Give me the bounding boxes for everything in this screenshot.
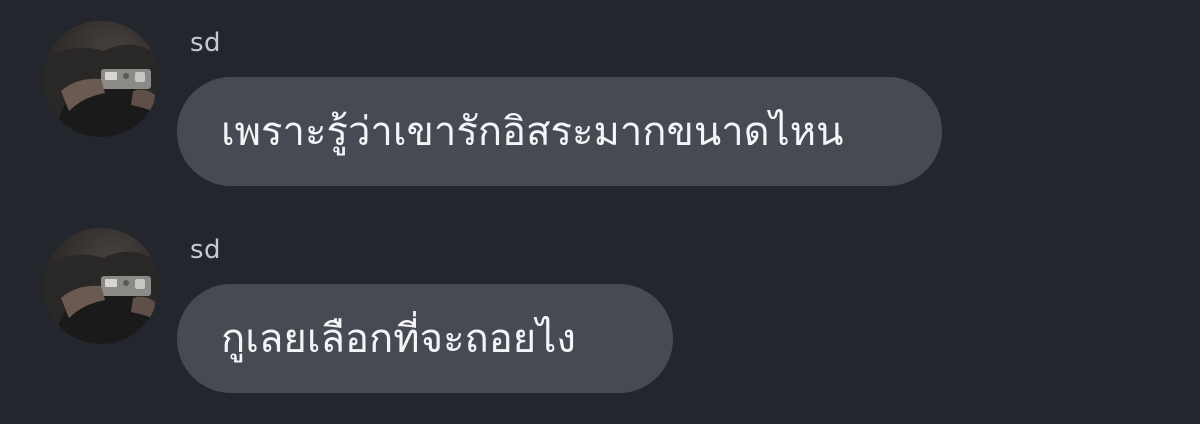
- message-bubble[interactable]: กูเลยเลือกที่จะถอยไง: [177, 284, 673, 393]
- message-bubble[interactable]: เพราะรู้ว่าเขารักอิสระมากขนาดไหน: [177, 77, 942, 186]
- avatar[interactable]: [43, 21, 159, 137]
- chat-thread: sd เพราะรู้ว่าเขารักอิสระมากขนาดไหน sd ก…: [0, 0, 1200, 424]
- avatar[interactable]: [43, 228, 159, 344]
- sender-name: sd: [190, 235, 222, 265]
- message-text: เพราะรู้ว่าเขารักอิสระมากขนาดไหน: [221, 108, 844, 155]
- message-row: sd เพราะรู้ว่าเขารักอิสระมากขนาดไหน: [0, 0, 1200, 190]
- message-text: กูเลยเลือกที่จะถอยไง: [221, 315, 576, 362]
- avatar-photo-icon: [43, 228, 159, 344]
- message-row: sd กูเลยเลือกที่จะถอยไง: [0, 207, 1200, 397]
- sender-name: sd: [190, 28, 222, 58]
- avatar-photo-icon: [43, 21, 159, 137]
